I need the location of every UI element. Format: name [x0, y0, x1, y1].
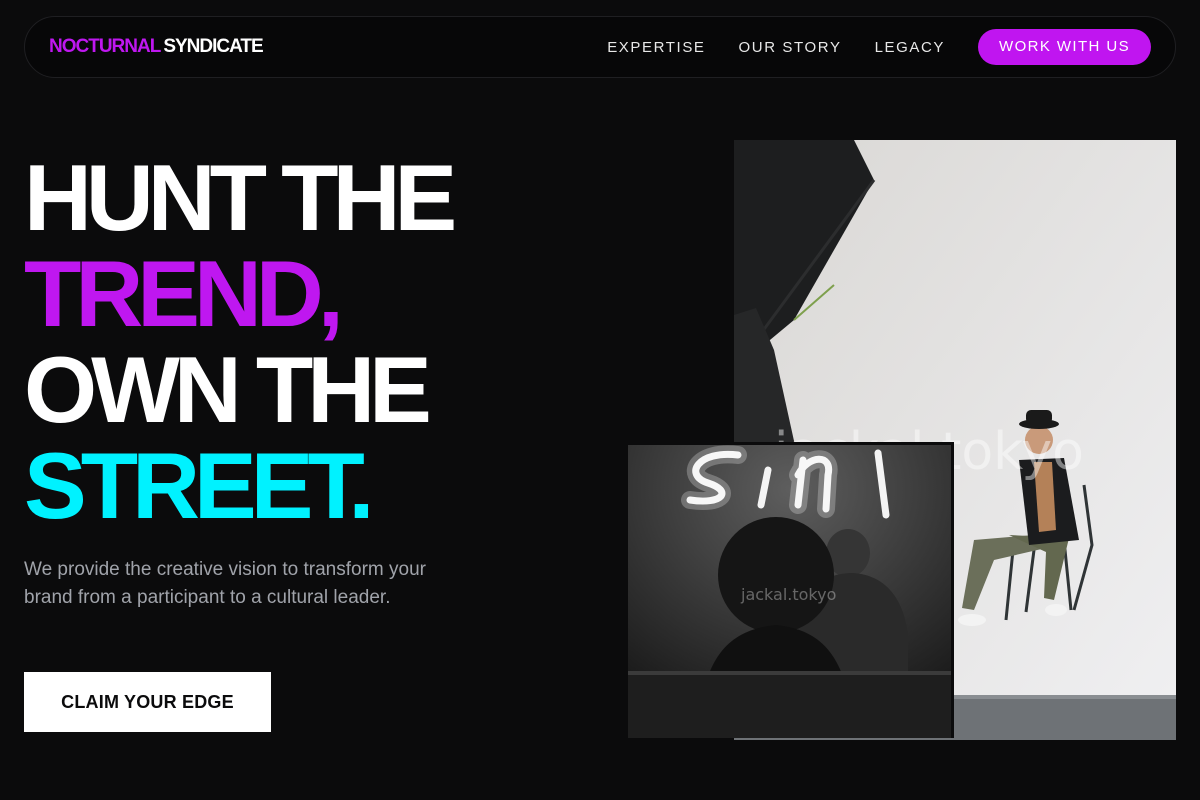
brand-logo-part1: NOCTURNAL	[49, 36, 161, 57]
headline-line-4: STREET.	[24, 433, 375, 538]
landing-page: NOCTURNAL SYNDICATE EXPERTISE OUR STORY …	[0, 0, 1200, 800]
headline-line-1: HUNT THE	[24, 145, 457, 250]
nav-link-expertise[interactable]: EXPERTISE	[607, 39, 705, 56]
headline-line-3: OWN THE	[24, 337, 432, 442]
brand-logo[interactable]: NOCTURNAL SYNDICATE	[49, 36, 264, 58]
hero-headline: HUNT THE TREND, OWN THE STREET.	[24, 145, 457, 538]
nav-link-our-story[interactable]: OUR STORY	[739, 39, 842, 56]
neon-photo: jackal.tokyo	[628, 442, 954, 738]
brand-logo-part2: SYNDICATE	[163, 36, 263, 57]
work-with-us-button[interactable]: WORK WITH US	[978, 29, 1151, 65]
hero-subtext: We provide the creative vision to transf…	[24, 559, 426, 608]
neon-watermark: jackal.tokyo	[741, 585, 837, 604]
top-navbar: NOCTURNAL SYNDICATE EXPERTISE OUR STORY …	[24, 16, 1176, 78]
nav-links: EXPERTISE OUR STORY LEGACY WORK WITH US	[574, 29, 1151, 65]
claim-your-edge-button[interactable]: CLAIM YOUR EDGE	[24, 672, 271, 732]
headline-line-2: TREND,	[24, 241, 344, 346]
nav-link-legacy[interactable]: LEGACY	[875, 39, 945, 56]
